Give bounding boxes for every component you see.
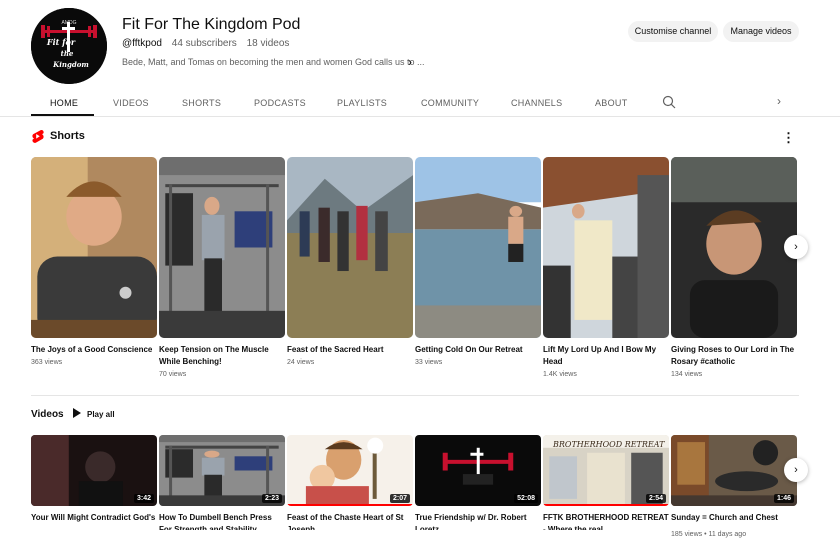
- channel-handle: @fftkpod: [122, 38, 162, 49]
- video-duration: 2:23: [261, 494, 282, 503]
- shorts-next-button[interactable]: ›: [784, 235, 808, 259]
- short-thumbnail[interactable]: [287, 157, 413, 338]
- more-options-icon[interactable]: ⋮: [782, 130, 795, 146]
- channel-logo: AMDG Fit for the Kingdom: [31, 8, 107, 84]
- short-thumbnail-image: [287, 157, 413, 338]
- tab-playlists[interactable]: PLAYLISTS: [337, 98, 387, 108]
- short-views: 134 views: [671, 371, 703, 378]
- tab-home[interactable]: HOME: [50, 98, 78, 108]
- channel-avatar[interactable]: AMDG Fit for the Kingdom: [31, 8, 107, 84]
- short-thumbnail[interactable]: [31, 157, 157, 338]
- chevron-right-icon[interactable]: ›: [408, 55, 412, 69]
- short-card[interactable]: Keep Tension on The Muscle While Benchin…: [159, 157, 285, 378]
- tab-shorts[interactable]: SHORTS: [182, 98, 221, 108]
- customise-channel-button[interactable]: Customise channel: [628, 21, 718, 42]
- video-count: 18 videos: [246, 38, 290, 49]
- short-thumbnail-image: [159, 157, 285, 338]
- tabs-next-icon[interactable]: ›: [777, 94, 781, 108]
- shorts-logo-icon: [32, 129, 44, 143]
- video-title[interactable]: How To Dumbell Bench Press For Strength …: [159, 512, 285, 530]
- short-thumbnail[interactable]: [543, 157, 669, 338]
- video-duration: 2:07: [389, 494, 410, 503]
- video-title[interactable]: Feast of the Chaste Heart of St Joseph: [287, 512, 413, 530]
- active-tab-indicator: [31, 114, 94, 116]
- logo-line-1: Fit for: [46, 37, 76, 47]
- short-views: 1.4K views: [543, 371, 577, 378]
- short-thumbnail-image: [31, 157, 157, 338]
- videos-section-title: Videos: [31, 409, 64, 420]
- shorts-section-title: Shorts: [50, 130, 85, 142]
- video-duration: 1:46: [773, 494, 794, 503]
- channel-header: AMDG Fit for the Kingdom Fit For The Kin…: [0, 0, 840, 90]
- video-thumbnail[interactable]: 1:46: [671, 435, 797, 506]
- logo-line-2: the: [61, 49, 74, 58]
- video-thumbnail[interactable]: 2:23: [159, 435, 285, 506]
- video-thumbnail[interactable]: BROTHERHOOD RETREAT 2:54: [543, 435, 669, 506]
- channel-description[interactable]: Bede, Matt, and Tomas on becoming the me…: [122, 57, 425, 67]
- videos-next-button[interactable]: ›: [784, 458, 808, 482]
- short-views: 70 views: [159, 371, 187, 378]
- short-views: 33 views: [415, 359, 443, 366]
- video-title[interactable]: True Friendship w/ Dr. Robert Loretz: [415, 512, 541, 530]
- play-icon: [73, 408, 81, 418]
- video-card[interactable]: BROTHERHOOD RETREAT 2:54 FFTK BROTHERHOO…: [543, 435, 669, 531]
- short-title[interactable]: Feast of the Sacred Heart: [287, 344, 413, 356]
- short-thumbnail[interactable]: [415, 157, 541, 338]
- short-title[interactable]: Giving Roses to Our Lord in The Rosary #…: [671, 344, 797, 368]
- manage-videos-button[interactable]: Manage videos: [723, 21, 799, 42]
- tab-podcasts[interactable]: PODCASTS: [254, 98, 306, 108]
- short-views: 24 views: [287, 359, 315, 366]
- play-all-button[interactable]: Play all: [73, 408, 115, 422]
- video-card[interactable]: 2:07 Feast of the Chaste Heart of St Jos…: [287, 435, 413, 531]
- channel-meta: @fftkpod 44 subscribers 18 videos: [122, 38, 296, 49]
- video-card[interactable]: 52:08 True Friendship w/ Dr. Robert Lore…: [415, 435, 541, 531]
- short-card[interactable]: Getting Cold On Our Retreat 33 views: [415, 157, 541, 366]
- section-divider: [31, 395, 799, 396]
- video-thumbnail[interactable]: 2:07: [287, 435, 413, 506]
- short-card[interactable]: Feast of the Sacred Heart 24 views: [287, 157, 413, 366]
- short-card[interactable]: Giving Roses to Our Lord in The Rosary #…: [671, 157, 797, 378]
- video-duration: 52:08: [514, 494, 538, 503]
- video-thumbnail[interactable]: 3:42: [31, 435, 157, 506]
- short-title[interactable]: Lift My Lord Up And I Bow My Head: [543, 344, 669, 368]
- video-thumb-text: BROTHERHOOD RETREAT: [552, 440, 665, 449]
- tab-community[interactable]: COMMUNITY: [421, 98, 479, 108]
- short-title[interactable]: Keep Tension on The Muscle While Benchin…: [159, 344, 285, 368]
- play-all-label: Play all: [87, 410, 115, 419]
- tab-videos[interactable]: VIDEOS: [113, 98, 149, 108]
- video-title[interactable]: Your Will Might Contradict God's: [31, 512, 157, 524]
- channel-name: Fit For The Kingdom Pod: [122, 16, 301, 33]
- search-icon[interactable]: [662, 95, 676, 109]
- watch-progress-bar: [287, 504, 413, 506]
- video-duration: 2:54: [645, 494, 666, 503]
- video-meta: 185 views • 11 days ago: [671, 531, 747, 538]
- tab-channels[interactable]: CHANNELS: [511, 98, 562, 108]
- subscriber-count: 44 subscribers: [171, 38, 237, 49]
- short-views: 363 views: [31, 359, 63, 366]
- video-duration: 3:42: [133, 494, 154, 503]
- watch-progress-bar: [543, 504, 669, 506]
- short-title[interactable]: The Joys of a Good Conscience: [31, 344, 157, 356]
- short-thumbnail[interactable]: [159, 157, 285, 338]
- tab-about[interactable]: ABOUT: [595, 98, 628, 108]
- short-thumbnail[interactable]: [671, 157, 797, 338]
- channel-tabs: HOME VIDEOS SHORTS PODCASTS PLAYLISTS CO…: [0, 90, 840, 117]
- video-title[interactable]: Sunday = Church and Chest: [671, 512, 797, 524]
- video-card[interactable]: 1:46 Sunday = Church and Chest 185 views…: [671, 435, 797, 538]
- short-card[interactable]: Lift My Lord Up And I Bow My Head 1.4K v…: [543, 157, 669, 378]
- short-thumbnail-image: [543, 157, 669, 338]
- video-title[interactable]: FFTK BROTHERHOOD RETREAT - Where the rea…: [543, 512, 669, 530]
- short-card[interactable]: The Joys of a Good Conscience 363 views: [31, 157, 157, 366]
- video-thumbnail[interactable]: 52:08: [415, 435, 541, 506]
- short-title[interactable]: Getting Cold On Our Retreat: [415, 344, 541, 356]
- video-card[interactable]: 3:42 Your Will Might Contradict God's: [31, 435, 157, 531]
- video-card[interactable]: 2:23 How To Dumbell Bench Press For Stre…: [159, 435, 285, 531]
- short-thumbnail-image: [415, 157, 541, 338]
- logo-line-3: Kingdom: [52, 60, 89, 69]
- short-thumbnail-image: [671, 157, 797, 338]
